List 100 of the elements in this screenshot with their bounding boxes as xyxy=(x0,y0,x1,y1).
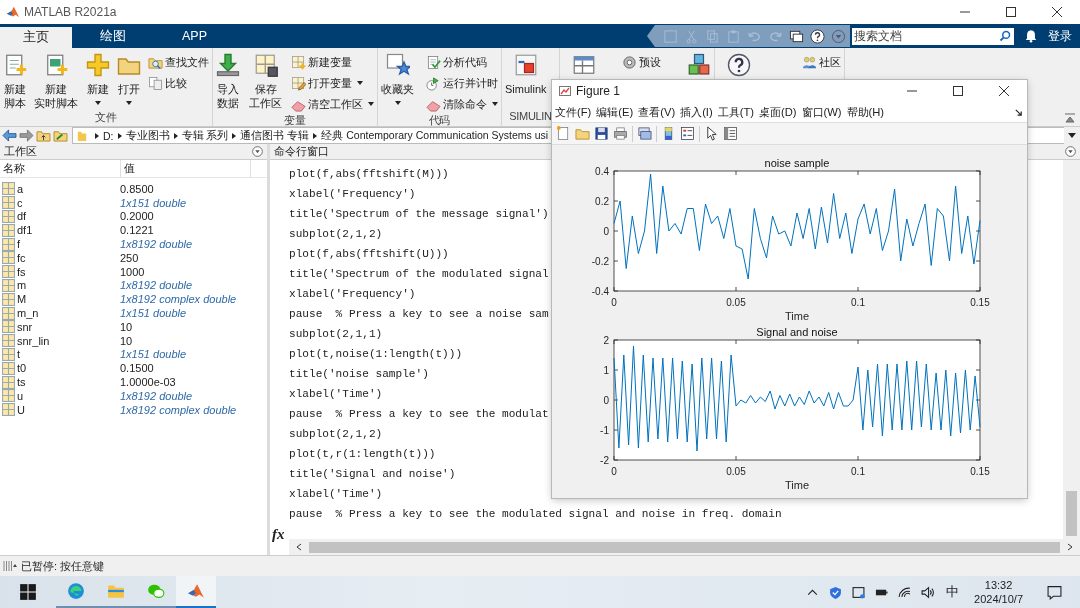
clock[interactable]: 13:32 2024/10/7 xyxy=(974,578,1023,606)
input-method-indicator[interactable]: 中 xyxy=(946,583,960,601)
variable-name[interactable]: m_n xyxy=(17,307,39,320)
menu-item[interactable]: 帮助(H) xyxy=(846,104,885,120)
variable-name[interactable]: m xyxy=(17,279,27,292)
ribbon-tab[interactable]: APP xyxy=(154,24,235,48)
property-panel-icon[interactable] xyxy=(723,126,738,141)
chevron-right-icon[interactable] xyxy=(1066,543,1074,551)
variable-name[interactable]: f xyxy=(17,238,21,251)
variable-name[interactable]: t xyxy=(17,348,21,361)
chevron-left-icon[interactable] xyxy=(295,543,303,551)
search-icon[interactable] xyxy=(999,30,1011,42)
toolstrip-button[interactable]: 预设 xyxy=(622,53,661,71)
menu-item[interactable]: 插入(I) xyxy=(680,104,713,120)
toolstrip-button[interactable]: 比较 xyxy=(148,74,209,92)
link-icon[interactable] xyxy=(637,126,652,141)
menu-item[interactable]: 工具(T) xyxy=(717,104,754,120)
column-header[interactable]: 名称 xyxy=(0,160,121,177)
maximize-icon[interactable] xyxy=(953,86,963,96)
toolstrip-button[interactable]: 分析代码 xyxy=(426,53,498,71)
sign-in-link[interactable]: 登录 xyxy=(1048,27,1072,45)
variable-name[interactable]: u xyxy=(17,389,24,402)
variable-name[interactable]: t0 xyxy=(17,362,27,375)
toolstrip-button[interactable]: 新建 实时脚本 xyxy=(34,53,79,110)
path-segment[interactable]: 通信图书 专辑 xyxy=(240,128,310,143)
toolstrip-button[interactable]: 清除命令 xyxy=(426,95,498,113)
vertical-scrollbar[interactable] xyxy=(1063,160,1080,539)
toolstrip-button[interactable]: 打开变量 xyxy=(291,74,374,92)
toolstrip-button[interactable]: 打开 xyxy=(116,53,141,105)
document-icon[interactable] xyxy=(556,126,571,141)
tick-label: 2 xyxy=(603,335,609,346)
dropdown-icon[interactable] xyxy=(1068,133,1076,138)
horizontal-scrollbar[interactable] xyxy=(289,539,1080,555)
windows-logo-icon[interactable] xyxy=(19,583,37,601)
variable-name[interactable]: U xyxy=(17,403,25,416)
variable-name[interactable]: M xyxy=(17,293,27,306)
back-arrow-icon[interactable] xyxy=(2,129,17,142)
maximize-icon[interactable] xyxy=(1006,7,1016,17)
variable-name[interactable]: snr xyxy=(17,320,33,333)
matlab-logo-icon[interactable] xyxy=(187,582,205,600)
legend-icon[interactable] xyxy=(680,126,695,141)
app-icon[interactable] xyxy=(852,585,866,599)
toolstrip-button[interactable]: 导入 数据 xyxy=(216,53,240,110)
column-header[interactable]: 值 xyxy=(121,160,251,177)
ribbon-tab[interactable]: 主页 xyxy=(0,27,72,48)
toolstrip-button[interactable]: 清空工作区 xyxy=(291,95,374,113)
menu-item[interactable]: 查看(V) xyxy=(638,104,676,120)
panel-menu-icon[interactable] xyxy=(252,146,263,157)
variable-name[interactable]: df1 xyxy=(17,224,33,237)
toolstrip-button[interactable]: 社区 xyxy=(802,53,841,71)
toolstrip-button[interactable]: 查找文件 xyxy=(148,53,209,71)
menu-item[interactable]: 窗口(W) xyxy=(801,104,842,120)
variable-name[interactable]: snr_lin xyxy=(17,334,50,347)
collapse-icon[interactable] xyxy=(1064,112,1076,124)
toolstrip-button[interactable]: 新建 脚本 xyxy=(3,53,27,110)
grid-icon xyxy=(2,278,15,292)
variable-name[interactable]: df xyxy=(17,210,27,223)
function-prompt[interactable]: fx xyxy=(272,525,285,543)
wifi-icon[interactable] xyxy=(898,585,912,599)
documents-icon xyxy=(148,75,163,91)
variable-name[interactable]: a xyxy=(17,182,24,195)
path-segment[interactable]: D: xyxy=(103,129,114,142)
menu-item[interactable]: 文件(F) xyxy=(555,104,592,120)
grip-icon xyxy=(3,560,17,572)
dock-arrow-icon[interactable] xyxy=(1014,107,1023,117)
notification-icon[interactable] xyxy=(1047,584,1062,600)
toolstrip-button[interactable]: 保存 工作区 xyxy=(249,53,282,110)
bell-icon[interactable] xyxy=(1024,29,1038,43)
ribbon-tab[interactable]: 绘图 xyxy=(72,24,154,48)
printer-icon[interactable] xyxy=(613,126,628,141)
path-segment[interactable]: 专辑 系列 xyxy=(181,128,229,143)
folder-up-icon[interactable] xyxy=(36,129,51,142)
caret-icon xyxy=(492,102,498,106)
path-segment[interactable]: 经典 Contemporary Communication Systems usi xyxy=(321,128,549,143)
grid-icon xyxy=(2,403,15,417)
path-segment[interactable]: 专业图书 xyxy=(125,128,170,143)
panel-menu-icon[interactable] xyxy=(1065,146,1076,157)
toolstrip-button[interactable]: 新建 xyxy=(85,53,110,105)
search-field[interactable]: 搜索文档 xyxy=(852,27,1014,45)
toolstrip-button[interactable]: 运行并计时 xyxy=(426,74,498,92)
folder-browse-icon[interactable] xyxy=(53,129,68,142)
toolstrip-button[interactable]: 收藏夹 xyxy=(381,53,414,105)
speaker-icon[interactable] xyxy=(921,585,935,599)
variable-name[interactable]: c xyxy=(17,196,23,209)
variable-name[interactable]: fs xyxy=(17,265,26,278)
variable-name[interactable]: ts xyxy=(17,376,26,389)
close-icon[interactable] xyxy=(999,86,1009,96)
close-icon[interactable] xyxy=(1052,7,1062,17)
windows-icon[interactable] xyxy=(789,28,804,44)
help-icon[interactable] xyxy=(810,28,825,44)
variable-name[interactable]: fc xyxy=(17,251,26,264)
tick-label: -2 xyxy=(600,455,609,466)
folder-icon[interactable] xyxy=(107,582,125,600)
shield-icon[interactable] xyxy=(829,585,843,599)
toolstrip-button[interactable]: Simulink xyxy=(505,53,547,96)
menu-item[interactable]: 编辑(E) xyxy=(596,104,634,120)
toolstrip-button[interactable]: 新建变量 xyxy=(291,53,374,71)
browser-icon[interactable] xyxy=(67,582,85,600)
menu-item[interactable]: 桌面(D) xyxy=(759,104,797,120)
pointer-icon[interactable] xyxy=(704,126,719,141)
